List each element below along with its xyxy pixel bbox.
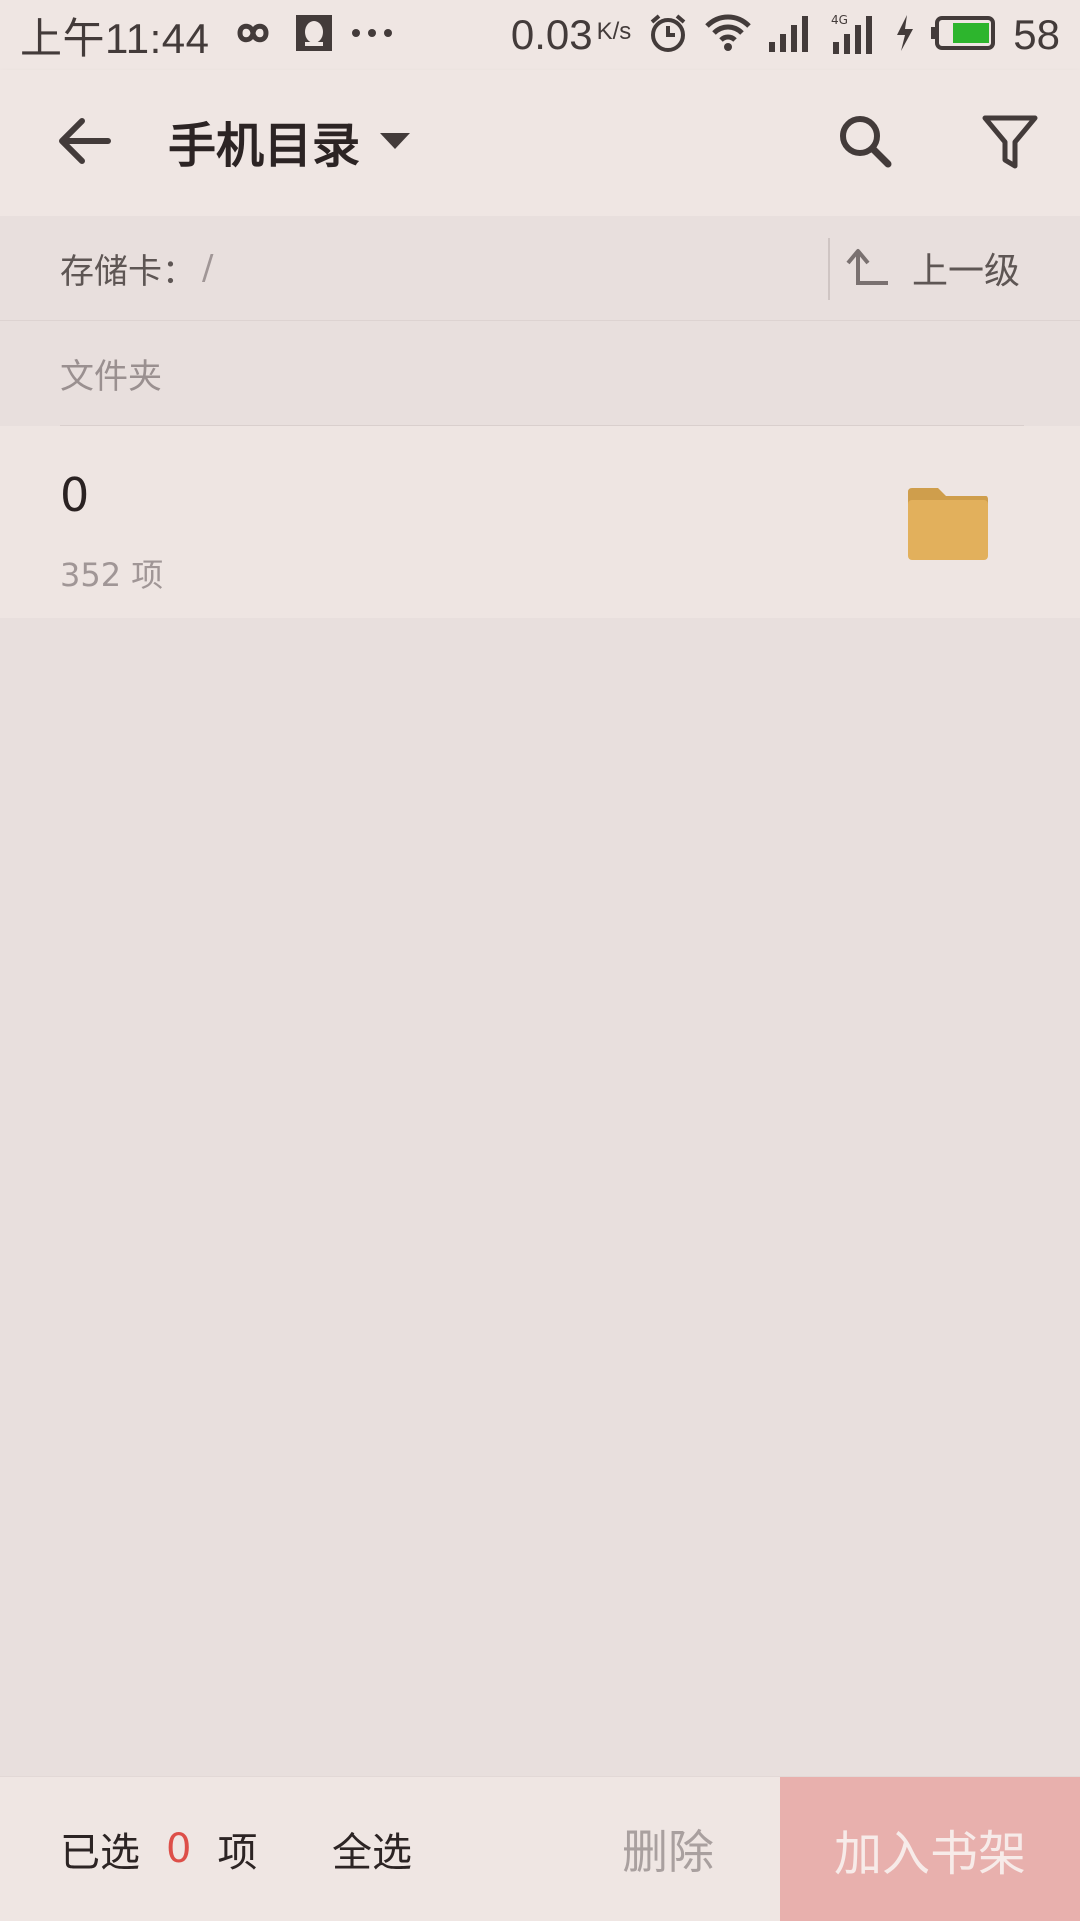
svg-text:4G: 4G <box>831 13 848 27</box>
wifi-icon <box>705 14 752 57</box>
selected-count: 0 <box>166 1826 192 1872</box>
signal-4g-icon: 4G <box>829 12 879 59</box>
charging-icon <box>895 14 915 56</box>
bottom-action-bar: 已选 0 项 全选 删除 加入书架 <box>0 1776 1080 1921</box>
list-item[interactable]: 0 352 项 <box>0 426 1080 618</box>
battery-icon <box>931 15 997 56</box>
signal-icon <box>767 14 813 57</box>
storage-path: 存储卡： / <box>60 216 213 320</box>
page-title: 手机目录 <box>168 118 361 174</box>
battery-percent: 58 <box>1013 11 1060 58</box>
up-level-label: 上一级 <box>912 251 1021 292</box>
status-bar: 上午11:44 0.03 K/s 4G 58 <box>0 0 1080 70</box>
app-bar: 手机目录 <box>0 70 1080 216</box>
search-icon <box>840 116 892 168</box>
storage-label: 存储卡： <box>60 251 196 292</box>
selected-suffix: 项 <box>217 1830 258 1876</box>
filter-icon <box>982 115 1038 169</box>
select-all-button[interactable]: 全选 <box>332 1777 412 1921</box>
caret-down-icon <box>380 133 411 149</box>
net-speed-value: 0.03 <box>510 11 593 58</box>
filter-button[interactable] <box>975 106 1045 176</box>
add-to-shelf-button[interactable]: 加入书架 <box>780 1777 1080 1921</box>
folder-section-header: 文件夹 <box>0 321 1080 425</box>
status-time: 上午11:44 <box>20 14 210 62</box>
path-bar: 存储卡： / 上一级 <box>0 216 1080 321</box>
path-divider <box>828 238 830 300</box>
selection-summary: 已选 0 项 <box>60 1777 257 1921</box>
status-bar-right: 0.03 K/s 4G 58 <box>511 0 1060 70</box>
infinity-icon <box>228 18 278 53</box>
net-speed: 0.03 K/s <box>511 11 631 59</box>
section-title: 文件夹 <box>60 356 162 397</box>
folder-name: 0 <box>60 468 90 522</box>
level-up-icon <box>846 249 888 285</box>
more-dots-icon <box>350 26 394 45</box>
search-button[interactable] <box>830 106 900 176</box>
status-bar-left: 上午11:44 <box>20 0 394 70</box>
directory-dropdown[interactable]: 手机目录 <box>168 106 411 176</box>
folder-item-count: 352 项 <box>60 556 164 594</box>
delete-button[interactable]: 删除 <box>622 1777 714 1921</box>
up-level-button[interactable]: 上一级 <box>846 216 1020 320</box>
selected-prefix: 已选 <box>60 1830 140 1876</box>
net-speed-unit: K/s <box>596 18 632 45</box>
qq-icon <box>295 14 332 56</box>
arrow-left-icon <box>59 118 111 164</box>
folder-icon <box>906 486 990 562</box>
alarm-icon <box>647 12 689 59</box>
current-path: / <box>202 248 214 288</box>
back-button[interactable] <box>50 106 120 176</box>
